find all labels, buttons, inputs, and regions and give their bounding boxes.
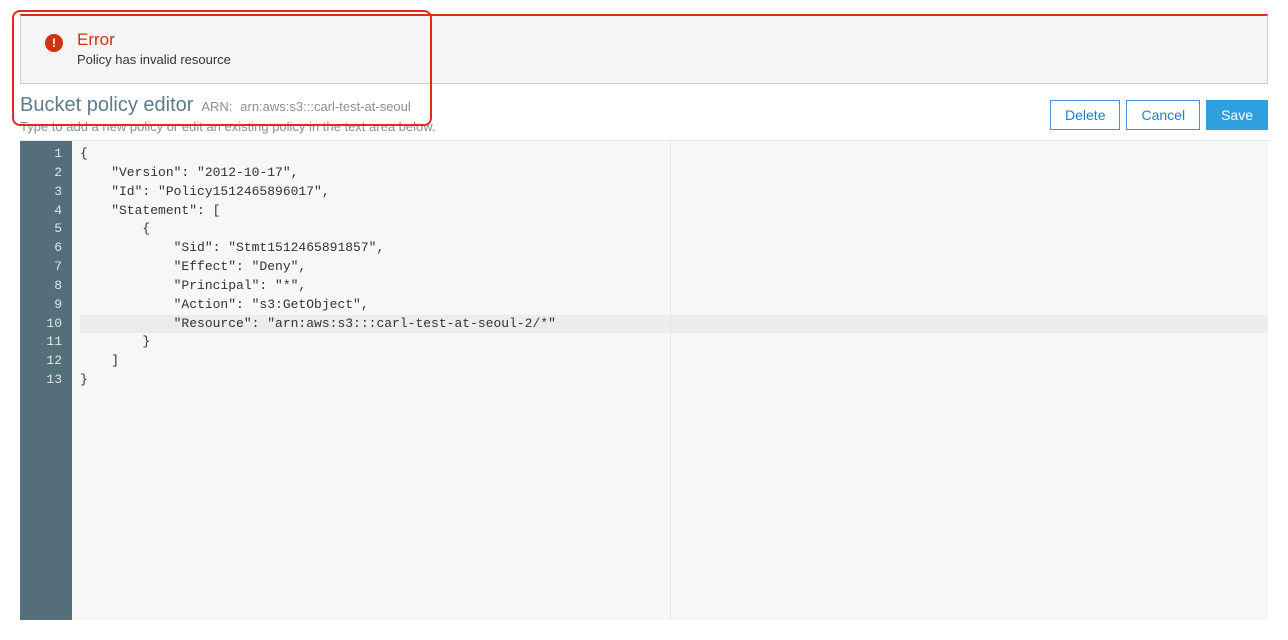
line-number: 5 [34, 220, 62, 239]
line-number [34, 447, 62, 466]
code-line[interactable]: { [80, 220, 1268, 239]
line-number: 13 [34, 371, 62, 390]
code-line[interactable]: "Effect": "Deny", [80, 258, 1268, 277]
line-number [34, 578, 62, 597]
line-number: 2 [34, 164, 62, 183]
error-title: Error [77, 30, 1247, 50]
code-line[interactable] [80, 409, 1268, 428]
code-line[interactable]: { [80, 145, 1268, 164]
cancel-button[interactable]: Cancel [1126, 100, 1200, 130]
error-icon: ! [45, 34, 63, 52]
line-number: 8 [34, 277, 62, 296]
code-line[interactable] [80, 428, 1268, 447]
code-line[interactable] [80, 484, 1268, 503]
code-line[interactable]: "Resource": "arn:aws:s3:::carl-test-at-s… [80, 315, 1268, 334]
line-number: 10 [34, 315, 62, 334]
code-line[interactable] [80, 503, 1268, 522]
line-number [34, 465, 62, 484]
line-number [34, 597, 62, 616]
line-number: 3 [34, 183, 62, 202]
code-line[interactable] [80, 597, 1268, 616]
arn-value: arn:aws:s3:::carl-test-at-seoul [240, 99, 411, 114]
line-number: 9 [34, 296, 62, 315]
editor-title: Bucket policy editor [20, 94, 193, 116]
line-number [34, 541, 62, 560]
line-number: 6 [34, 239, 62, 258]
code-line[interactable]: "Action": "s3:GetObject", [80, 296, 1268, 315]
line-number: 7 [34, 258, 62, 277]
error-message: Policy has invalid resource [77, 52, 1247, 67]
line-number-gutter: 12345678910111213 [20, 141, 72, 620]
code-line[interactable] [80, 541, 1268, 560]
delete-button[interactable]: Delete [1050, 100, 1120, 130]
code-line[interactable]: ] [80, 352, 1268, 371]
code-line[interactable]: "Version": "2012-10-17", [80, 164, 1268, 183]
line-number [34, 503, 62, 522]
code-text-area[interactable]: { "Version": "2012-10-17", "Id": "Policy… [72, 141, 1268, 620]
line-number [34, 390, 62, 409]
editor-header: Bucket policy editor ARN: arn:aws:s3:::c… [20, 94, 1268, 134]
code-line[interactable]: "Statement": [ [80, 202, 1268, 221]
line-number [34, 522, 62, 541]
save-button[interactable]: Save [1206, 100, 1268, 130]
line-number: 4 [34, 202, 62, 221]
line-number: 11 [34, 333, 62, 352]
code-line[interactable] [80, 465, 1268, 484]
line-number: 12 [34, 352, 62, 371]
code-line[interactable]: "Id": "Policy1512465896017", [80, 183, 1268, 202]
code-line[interactable] [80, 560, 1268, 579]
line-number [34, 560, 62, 579]
code-line[interactable]: "Principal": "*", [80, 277, 1268, 296]
code-line[interactable] [80, 447, 1268, 466]
code-line[interactable]: } [80, 333, 1268, 352]
line-number [34, 428, 62, 447]
code-line[interactable]: } [80, 371, 1268, 390]
line-number: 1 [34, 145, 62, 164]
arn-label: ARN: [201, 99, 232, 114]
code-line[interactable] [80, 522, 1268, 541]
code-line[interactable]: "Sid": "Stmt1512465891857", [80, 239, 1268, 258]
line-number [34, 409, 62, 428]
policy-code-editor[interactable]: 12345678910111213 { "Version": "2012-10-… [20, 140, 1268, 620]
error-alert: ! Error Policy has invalid resource [20, 14, 1268, 84]
code-line[interactable] [80, 390, 1268, 409]
editor-subtitle: Type to add a new policy or edit an exis… [20, 119, 436, 134]
code-line[interactable] [80, 578, 1268, 597]
line-number [34, 484, 62, 503]
